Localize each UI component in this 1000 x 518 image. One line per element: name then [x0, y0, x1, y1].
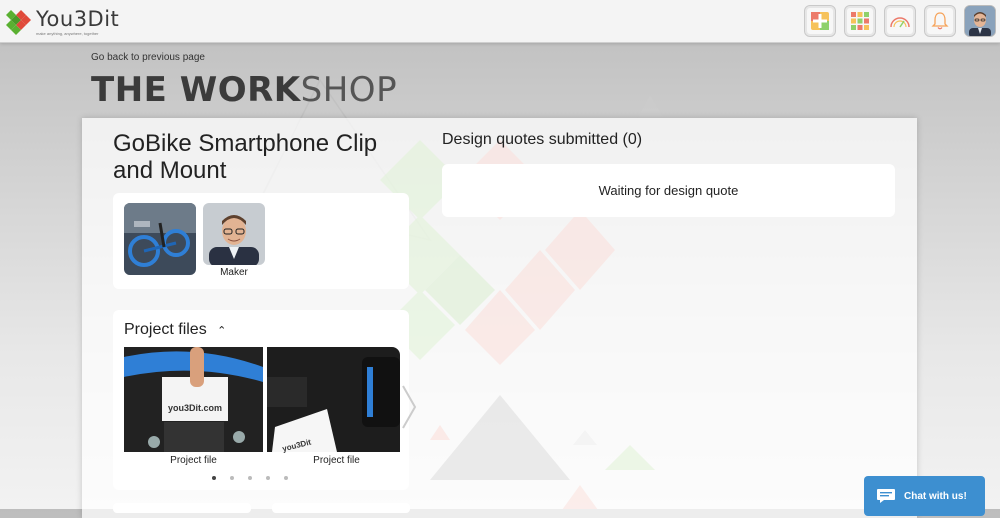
bottom-card	[113, 503, 251, 513]
project-file-label-2: Project file	[313, 455, 360, 466]
logo-tagline: make anything, anywhere, together	[36, 31, 99, 36]
carousel-dot[interactable]	[212, 476, 216, 480]
page-title-bold: THE WORK	[91, 70, 301, 110]
bottom-card	[272, 503, 410, 513]
project-files-heading: Project files	[124, 321, 207, 338]
project-title: GoBike Smartphone Clip and Mount	[113, 130, 378, 184]
chevron-up-icon: ⌃	[217, 325, 227, 337]
project-file-image-2[interactable]	[267, 347, 400, 452]
carousel-dot[interactable]	[230, 476, 234, 480]
top-bar: You3Dit make anything, anywhere, togethe…	[0, 0, 1000, 43]
avatar	[965, 6, 995, 36]
chat-button-label: Chat with us!	[904, 490, 967, 502]
project-file-label-1: Project file	[170, 455, 217, 466]
user-avatar-button[interactable]	[964, 5, 996, 37]
bike-photo	[124, 203, 196, 275]
page-title: THE WORKSHOP	[91, 70, 397, 110]
grid-icon	[851, 12, 869, 30]
notifications-button[interactable]	[924, 5, 956, 37]
logo-mark-icon	[6, 10, 31, 35]
file-card-text-1: you3Dit.com	[168, 403, 223, 413]
logo-name: You3Dit	[36, 7, 120, 31]
grid-button[interactable]	[844, 5, 876, 37]
carousel-next-button[interactable]	[399, 382, 419, 432]
chat-bubble-icon	[877, 489, 895, 503]
logo[interactable]: You3Dit make anything, anywhere, togethe…	[4, 8, 119, 36]
add-project-button[interactable]	[804, 5, 836, 37]
add-project-icon	[811, 12, 829, 30]
gauge-button[interactable]	[884, 5, 916, 37]
project-files-toggle[interactable]: Project files ⌃	[124, 321, 226, 339]
gauge-icon	[890, 17, 910, 28]
maker-photo	[203, 203, 265, 265]
bell-icon	[931, 12, 949, 30]
chat-button[interactable]: Chat with us!	[864, 476, 985, 516]
page-title-light: SHOP	[300, 70, 398, 110]
carousel-dots	[212, 476, 288, 480]
design-quote-status: Waiting for design quote	[442, 164, 895, 217]
carousel-dot[interactable]	[284, 476, 288, 480]
design-quotes-heading: Design quotes submitted (0)	[442, 131, 643, 148]
project-thumbnail[interactable]	[124, 203, 196, 275]
file-photo-1	[124, 347, 263, 452]
maker-avatar[interactable]	[203, 203, 265, 265]
project-file-image-1[interactable]	[124, 347, 263, 452]
maker-label: Maker	[220, 267, 248, 278]
carousel-dot[interactable]	[266, 476, 270, 480]
carousel-dot[interactable]	[248, 476, 252, 480]
back-link[interactable]: Go back to previous page	[91, 52, 205, 63]
file-photo-2	[267, 347, 400, 452]
